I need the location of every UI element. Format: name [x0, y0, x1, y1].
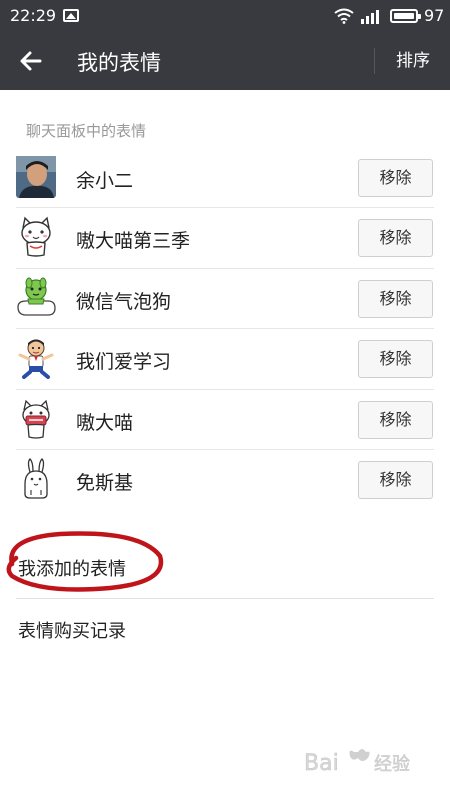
app-bar: 我的表情 排序: [0, 32, 450, 90]
sticker-list: 余小二 移除 嗷大喵第三季 移除 微信气泡狗 移除 我们爱学习 移除 嗷大喵 移…: [0, 148, 450, 510]
battery-icon: [390, 9, 421, 23]
student-boy-icon: [18, 339, 54, 380]
rabbit-icon: [24, 458, 48, 499]
remove-button[interactable]: 移除: [358, 159, 433, 197]
remove-button[interactable]: 移除: [358, 460, 433, 499]
white-cat-icon: [21, 216, 51, 258]
sticker-row: 免斯基 移除: [0, 450, 450, 510]
image-notification-icon: [63, 9, 79, 22]
section-label: 聊天面板中的表情: [26, 122, 147, 140]
sticker-name: 免斯基: [76, 471, 134, 494]
cat-holding-sign-icon: [22, 399, 50, 439]
baidu-watermark-logo: Bai 经验: [304, 749, 410, 776]
sticker-row: 余小二 移除: [0, 148, 450, 209]
signal-icon: [361, 10, 379, 24]
app-bar-divider: [374, 48, 375, 74]
battery-level: 97: [424, 6, 445, 25]
remove-button[interactable]: 移除: [358, 400, 433, 439]
sticker-name: 微信气泡狗: [76, 290, 172, 313]
back-arrow-icon[interactable]: [14, 44, 48, 78]
status-time: 22:29: [10, 6, 57, 25]
sticker-name: 我们爱学习: [76, 351, 172, 374]
svg-text:Bai: Bai: [304, 751, 339, 776]
green-bubble-dog-icon: [17, 277, 56, 316]
sticker-name: 嗷大喵: [76, 411, 134, 434]
my-added-stickers-item[interactable]: 我添加的表情: [18, 555, 126, 581]
sticker-row: 嗷大喵第三季 移除: [0, 208, 450, 270]
remove-button[interactable]: 移除: [358, 219, 433, 258]
purchase-history-item[interactable]: 表情购买记录: [18, 617, 126, 643]
sticker-row: 微信气泡狗 移除: [0, 269, 450, 330]
sticker-row: 我们爱学习 移除: [0, 329, 450, 390]
sticker-name: 余小二: [76, 170, 134, 192]
remove-button[interactable]: 移除: [358, 279, 433, 318]
svg-text:经验: 经验: [374, 754, 410, 775]
sort-button[interactable]: 排序: [376, 32, 450, 90]
wifi-icon: [334, 8, 354, 24]
status-bar: 22:29 97: [0, 0, 450, 32]
menu-divider: [16, 598, 434, 599]
remove-button[interactable]: 移除: [358, 340, 433, 379]
page-title: 我的表情: [77, 51, 161, 75]
sticker-row: 嗷大喵 移除: [0, 390, 450, 451]
photo-avatar-icon: [16, 156, 56, 198]
sticker-name: 嗷大喵第三季: [76, 230, 191, 253]
